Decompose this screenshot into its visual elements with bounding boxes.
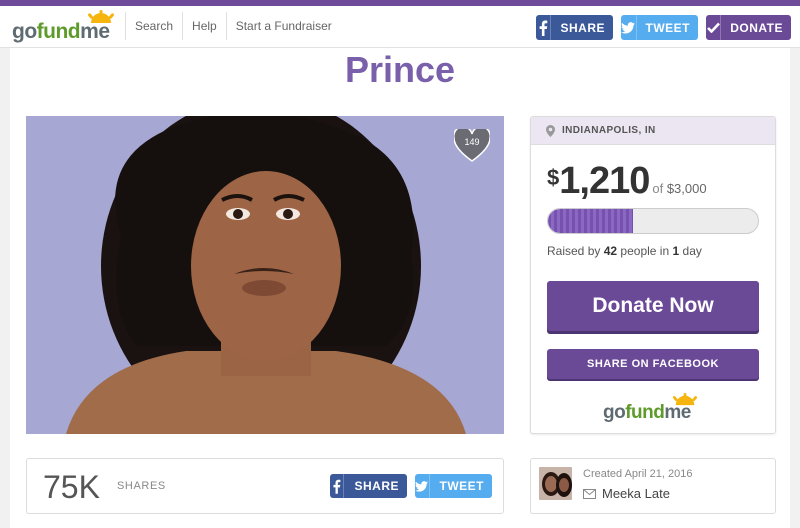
twitter-bird-icon bbox=[621, 15, 637, 40]
header-donate-button[interactable]: DONATE bbox=[706, 15, 791, 40]
campaign-page: Prince 149 INDIANAPOLIS, IN $ 1,210 of $… bbox=[10, 48, 790, 528]
created-date: Created April 21, 2016 bbox=[583, 468, 693, 480]
heart-count: 149 bbox=[464, 137, 480, 147]
raised-prefix: Raised by bbox=[547, 244, 601, 258]
nav-links: Search Help Start a Fundraiser bbox=[125, 12, 341, 40]
portrait-image bbox=[26, 116, 504, 434]
creator-name: Meeka Late bbox=[602, 486, 670, 501]
location: INDIANAPOLIS, IN bbox=[531, 117, 775, 145]
favorite-heart[interactable]: 149 bbox=[453, 126, 491, 163]
shares-count: 75K bbox=[43, 469, 100, 505]
sun-rays-icon bbox=[88, 10, 114, 23]
shares-share-button[interactable]: SHARE bbox=[330, 474, 407, 498]
nav-search[interactable]: Search bbox=[125, 12, 182, 40]
days-count: 1 bbox=[672, 244, 680, 258]
sun-rays-icon bbox=[672, 393, 698, 406]
shares-tweet-label: TWEET bbox=[439, 479, 484, 493]
shares-box: 75K SHARES SHARE TWEET bbox=[26, 458, 504, 514]
amount-raised: $ 1,210 of $3,000 bbox=[547, 161, 707, 201]
header-donate-label: DONATE bbox=[730, 20, 783, 35]
donate-now-button[interactable]: Donate Now bbox=[547, 281, 759, 331]
gofundme-footer-logo: gofundme bbox=[603, 393, 707, 425]
donation-card: INDIANAPOLIS, IN $ 1,210 of $3,000 Raise… bbox=[530, 116, 776, 434]
goal-amount: $3,000 bbox=[666, 181, 707, 196]
facebook-f-icon bbox=[536, 15, 552, 40]
shares-label: SHARES bbox=[117, 480, 166, 492]
header-share-label: SHARE bbox=[560, 20, 605, 35]
location-label: INDIANAPOLIS, IN bbox=[562, 125, 656, 136]
share-on-facebook-button[interactable]: SHARE ON FACEBOOK bbox=[547, 349, 759, 379]
map-pin-icon bbox=[546, 124, 555, 137]
creator-box: Created April 21, 2016 Meeka Late bbox=[530, 458, 776, 514]
shares-tweet-button[interactable]: TWEET bbox=[415, 474, 492, 498]
envelope-icon bbox=[583, 488, 596, 499]
nav-start-fundraiser[interactable]: Start a Fundraiser bbox=[225, 12, 341, 40]
creator-name-row[interactable]: Meeka Late bbox=[583, 486, 670, 501]
twitter-bird-icon bbox=[415, 474, 430, 498]
checkmark-icon bbox=[706, 15, 722, 40]
raised-amount: 1,210 bbox=[559, 160, 650, 202]
header-tweet-label: TWEET bbox=[645, 20, 690, 35]
day-label: day bbox=[682, 244, 702, 258]
campaign-photo[interactable]: 149 bbox=[26, 116, 504, 434]
facebook-f-icon bbox=[330, 474, 345, 498]
gofundme-logo[interactable]: gofundme bbox=[12, 10, 118, 44]
campaign-title: Prince bbox=[344, 49, 456, 90]
logo2-go: go bbox=[603, 402, 626, 423]
logo-go: go bbox=[12, 20, 37, 43]
of-label: of bbox=[652, 181, 664, 196]
header: gofundme Search Help Start a Fundraiser … bbox=[0, 6, 800, 48]
raised-summary: Raised by 42 people in 1 day bbox=[547, 244, 702, 258]
header-tweet-button[interactable]: TWEET bbox=[621, 15, 698, 40]
logo-fund: fund bbox=[36, 20, 81, 43]
donor-count: 42 bbox=[603, 244, 618, 258]
progress-bar bbox=[547, 208, 759, 234]
currency-symbol: $ bbox=[547, 165, 560, 190]
header-share-button[interactable]: SHARE bbox=[536, 15, 613, 40]
avatar[interactable] bbox=[539, 467, 572, 500]
logo2-fund: fund bbox=[625, 402, 665, 423]
people-mid: people in bbox=[620, 244, 670, 258]
progress-fill bbox=[548, 209, 633, 233]
shares-share-label: SHARE bbox=[354, 479, 399, 493]
nav-help[interactable]: Help bbox=[182, 12, 226, 40]
